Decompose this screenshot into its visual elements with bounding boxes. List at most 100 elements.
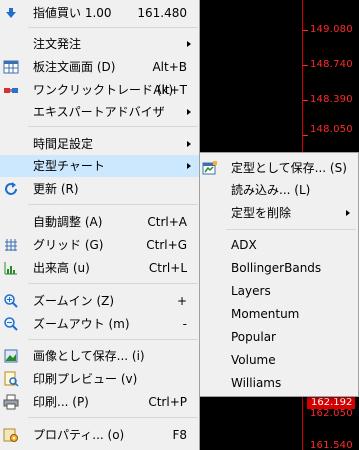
submenu-separator xyxy=(226,229,356,230)
menu-item-shortcut: + xyxy=(176,294,187,308)
menu-item-label: 時間足設定 xyxy=(33,137,94,151)
menu-item-label: 板注文画面 (D) xyxy=(33,60,116,74)
menu-item-expert-advisors[interactable]: エキスパートアドバイザ xyxy=(0,101,199,123)
menu-item-label: 印刷プレビュー (v) xyxy=(33,372,138,386)
menu-item-dom[interactable]: 板注文画面 (D) Alt+B xyxy=(0,56,199,78)
submenu-item-label: Williams xyxy=(231,376,282,390)
price-tick: 161.540 xyxy=(310,440,353,450)
submenu-arrow-icon xyxy=(187,109,191,115)
menu-item-label: 画像として保存... (i) xyxy=(33,349,145,363)
template-item-momentum[interactable]: Momentum xyxy=(200,303,358,325)
menu-item-shortcut: Alt+B xyxy=(152,60,187,74)
submenu-arrow-icon xyxy=(187,41,191,47)
zoom-in-icon xyxy=(3,293,19,309)
menu-item-label: プロパティ... (o) xyxy=(33,428,125,442)
menu-item-label: 指値買い 1.00 xyxy=(33,6,112,20)
template-item-williams[interactable]: Williams xyxy=(200,372,358,394)
price-tick-mark xyxy=(303,135,308,136)
menu-item-shortcut: F8 xyxy=(172,428,187,442)
submenu-item-remove-template[interactable]: 定型を削除 xyxy=(200,202,358,224)
menu-item-label: 注文発注 xyxy=(33,37,82,51)
menu-item-shortcut: Ctrl+A xyxy=(147,215,187,229)
menu-item-zoom-in[interactable]: ズームイン (Z) + xyxy=(0,290,199,312)
menu-item-label: エキスパートアドバイザ xyxy=(33,105,165,119)
submenu-item-label: 定型として保存... (S) xyxy=(231,161,347,175)
submenu-arrow-icon xyxy=(346,210,350,216)
print-preview-icon xyxy=(3,371,19,387)
zoom-out-icon xyxy=(3,316,19,332)
menu-item-label: 自動調整 (A) xyxy=(33,215,103,229)
menu-item-label: 出来高 (u) xyxy=(33,261,90,275)
menu-item-save-as-picture[interactable]: 画像として保存... (i) xyxy=(0,345,199,367)
price-tick: 148.050 xyxy=(310,124,353,135)
menu-item-label: 定型チャート xyxy=(33,159,105,173)
menu-item-shortcut: Ctrl+L xyxy=(148,261,187,275)
price-tick: 149.080 xyxy=(310,24,353,35)
menu-separator xyxy=(28,339,198,340)
submenu-item-label: Layers xyxy=(231,284,271,298)
menu-item-shortcut: Ctrl+G xyxy=(146,238,187,252)
save-template-icon xyxy=(202,160,218,176)
menu-separator xyxy=(28,126,198,127)
menu-item-refresh[interactable]: 更新 (R) xyxy=(0,178,199,200)
menu-item-properties[interactable]: プロパティ... (o) F8 xyxy=(0,424,199,446)
template-item-layers[interactable]: Layers xyxy=(200,280,358,302)
submenu-item-save-template[interactable]: 定型として保存... (S) xyxy=(200,157,358,179)
submenu-item-label: Volume xyxy=(231,353,276,367)
submenu-item-label: 定型を削除 xyxy=(231,206,292,220)
menu-item-label: グリッド (G) xyxy=(33,238,104,252)
menu-item-label: 更新 (R) xyxy=(33,182,79,196)
menu-item-label: ズームイン (Z) xyxy=(33,294,115,308)
menu-item-timeframes[interactable]: 時間足設定 xyxy=(0,133,199,155)
properties-icon xyxy=(3,427,19,443)
menu-separator xyxy=(28,283,198,284)
menu-item-label: 印刷... (P) xyxy=(33,395,89,409)
menu-item-volumes[interactable]: 出来高 (u) Ctrl+L xyxy=(0,257,199,279)
volume-icon xyxy=(3,260,19,276)
menu-item-print-preview[interactable]: 印刷プレビュー (v) xyxy=(0,368,199,390)
menu-item-shortcut: Alt+T xyxy=(153,83,187,97)
submenu-item-load-template[interactable]: 読み込み... (L) xyxy=(200,179,358,201)
menu-item-shortcut: 161.480 xyxy=(137,6,187,20)
price-tick-mark xyxy=(303,65,308,66)
printer-icon xyxy=(3,394,19,410)
menu-item-zoom-out[interactable]: ズームアウト (m) - xyxy=(0,313,199,335)
grid-icon xyxy=(3,237,19,253)
chart-context-menu: 指値買い 1.00 161.480 注文発注 板注文画面 (D) Alt+B ワ… xyxy=(0,0,200,450)
price-tick: 162.050 xyxy=(310,408,353,419)
menu-item-shortcut: Ctrl+P xyxy=(148,395,187,409)
down-arrow-icon xyxy=(3,5,19,21)
menu-item-label: ズームアウト (m) xyxy=(33,317,130,331)
menu-separator xyxy=(28,204,198,205)
submenu-item-label: Momentum xyxy=(231,307,300,321)
submenu-arrow-icon xyxy=(187,141,191,147)
submenu-item-label: ADX xyxy=(231,238,257,252)
template-item-volume[interactable]: Volume xyxy=(200,349,358,371)
price-tick-mark xyxy=(303,100,308,101)
price-tick-mark xyxy=(303,30,308,31)
price-tick: 148.390 xyxy=(310,94,353,105)
menu-separator xyxy=(28,417,198,418)
submenu-item-label: 読み込み... (L) xyxy=(231,183,311,197)
menu-separator xyxy=(28,27,198,28)
refresh-icon xyxy=(3,181,19,197)
price-tick: 148.740 xyxy=(310,59,353,70)
menu-item-buy-limit[interactable]: 指値買い 1.00 161.480 xyxy=(0,2,199,24)
menu-item-print[interactable]: 印刷... (P) Ctrl+P xyxy=(0,391,199,413)
menu-item-one-click-trade[interactable]: ワンクリックトレード (k) Alt+T xyxy=(0,79,199,101)
templates-submenu: 定型として保存... (S) 読み込み... (L) 定型を削除 ADX Bol… xyxy=(199,152,359,397)
template-item-adx[interactable]: ADX xyxy=(200,234,358,256)
menu-item-shortcut: - xyxy=(182,317,187,331)
one-click-trade-icon xyxy=(3,82,19,98)
template-item-bollingerbands[interactable]: BollingerBands xyxy=(200,257,358,279)
save-image-icon xyxy=(3,348,19,364)
submenu-arrow-icon xyxy=(187,163,191,169)
menu-item-label: ワンクリックトレード (k) xyxy=(33,83,174,97)
submenu-item-label: Popular xyxy=(231,330,276,344)
template-item-popular[interactable]: Popular xyxy=(200,326,358,348)
menu-item-place-order[interactable]: 注文発注 xyxy=(0,33,199,55)
dom-grid-icon xyxy=(3,59,19,75)
menu-item-auto-scroll[interactable]: 自動調整 (A) Ctrl+A xyxy=(0,211,199,233)
menu-item-grid[interactable]: グリッド (G) Ctrl+G xyxy=(0,234,199,256)
menu-item-templates[interactable]: 定型チャート xyxy=(0,155,199,177)
